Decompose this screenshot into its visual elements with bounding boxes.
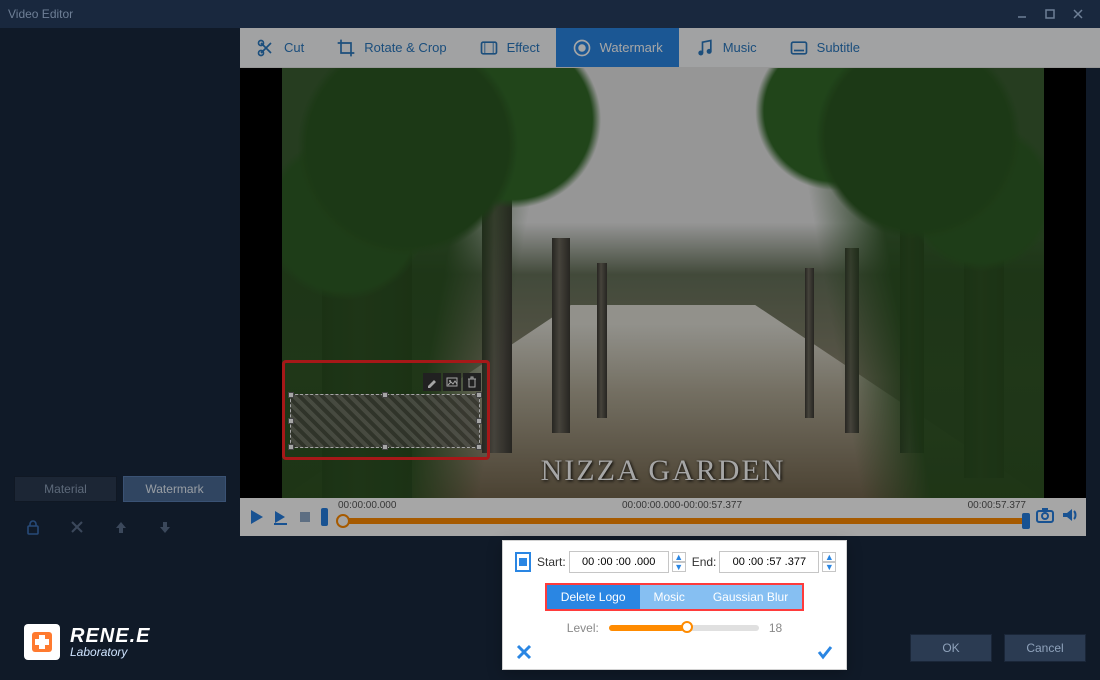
remove-icon[interactable]: [66, 516, 88, 538]
close-button[interactable]: [1064, 4, 1092, 24]
top-toolbar: Cut Rotate & Crop Effect Watermark Music…: [240, 28, 1100, 68]
mode-delete-logo[interactable]: Delete Logo: [547, 585, 640, 609]
move-up-icon[interactable]: [110, 516, 132, 538]
popup-confirm-button[interactable]: [816, 643, 834, 661]
level-value: 18: [769, 621, 782, 635]
brand-logo: RENE.E Laboratory: [24, 624, 150, 660]
maximize-button[interactable]: [1036, 4, 1064, 24]
snapshot-button[interactable]: [1034, 504, 1056, 531]
tab-label: Effect: [507, 40, 540, 55]
watermark-icon: [572, 38, 592, 58]
tab-subtitle[interactable]: Subtitle: [773, 28, 876, 67]
watermark-mode-bar: Delete Logo Mosic Gaussian Blur: [545, 583, 804, 611]
level-slider-knob[interactable]: [681, 621, 693, 633]
watermark-settings-popup: Start: ▲▼ End: ▲▼ Delete Logo Mosic Gaus…: [502, 540, 847, 670]
timeline-start-label: 00:00:00.000: [338, 500, 396, 511]
cancel-button[interactable]: Cancel: [1004, 634, 1086, 662]
stop-button[interactable]: [294, 506, 316, 528]
move-down-icon[interactable]: [154, 516, 176, 538]
app-title: Video Editor: [8, 7, 73, 21]
tab-rotate-crop[interactable]: Rotate & Crop: [320, 28, 462, 67]
image-watermark-button[interactable]: [443, 373, 461, 391]
tab-music[interactable]: Music: [679, 28, 773, 67]
tab-label: Rotate & Crop: [364, 40, 446, 55]
timeline: 00:00:00.000 00:00:00.000-00:00:57.377 0…: [240, 498, 1086, 536]
material-tab[interactable]: Material: [14, 476, 117, 502]
end-label: End:: [692, 555, 717, 569]
brand-subtitle: Laboratory: [70, 646, 150, 658]
scissors-icon: [256, 38, 276, 58]
range-start-handle[interactable]: [320, 505, 330, 529]
fit-screen-button[interactable]: [515, 552, 531, 572]
delete-watermark-button[interactable]: [463, 373, 481, 391]
timeline-playhead[interactable]: [336, 514, 350, 528]
volume-button[interactable]: [1060, 505, 1080, 530]
start-time-input[interactable]: [569, 551, 669, 573]
start-label: Start:: [537, 555, 566, 569]
tab-label: Watermark: [600, 40, 663, 55]
edit-watermark-button[interactable]: [423, 373, 441, 391]
tab-label: Subtitle: [817, 40, 860, 55]
popup-cancel-button[interactable]: [515, 643, 533, 661]
music-icon: [695, 38, 715, 58]
dialog-buttons: OK Cancel: [910, 634, 1086, 662]
level-label: Level:: [567, 621, 599, 635]
tab-label: Cut: [284, 40, 304, 55]
minimize-button[interactable]: [1008, 4, 1036, 24]
start-time-spinner[interactable]: ▲▼: [672, 552, 686, 572]
tab-effect[interactable]: Effect: [463, 28, 556, 67]
lock-icon[interactable]: [22, 516, 44, 538]
end-time-input[interactable]: [719, 551, 819, 573]
brand-icon: [24, 624, 60, 660]
mode-gaussian-blur[interactable]: Gaussian Blur: [699, 585, 802, 609]
titlebar: Video Editor: [0, 0, 1100, 28]
watermark-region[interactable]: [290, 394, 480, 448]
left-panel-actions: [14, 510, 226, 544]
timeline-track[interactable]: 00:00:00.000 00:00:00.000-00:00:57.377 0…: [334, 500, 1030, 534]
preview-area: NIZZA GARDEN: [240, 68, 1086, 498]
effect-icon: [479, 38, 499, 58]
tab-label: Music: [723, 40, 757, 55]
timeline-range-label: 00:00:00.000-00:00:57.377: [622, 500, 742, 511]
play-range-button[interactable]: [270, 506, 292, 528]
watermark-tab[interactable]: Watermark: [123, 476, 226, 502]
video-preview[interactable]: NIZZA GARDEN: [282, 68, 1044, 498]
tab-watermark[interactable]: Watermark: [556, 28, 679, 67]
brand-name: RENE.E: [70, 626, 150, 646]
range-end-handle[interactable]: [1022, 513, 1030, 529]
mode-mosaic[interactable]: Mosic: [640, 585, 699, 609]
level-slider[interactable]: [609, 625, 759, 631]
left-panel-tabs: Material Watermark: [14, 476, 226, 502]
play-button[interactable]: [246, 506, 268, 528]
end-time-spinner[interactable]: ▲▼: [822, 552, 836, 572]
timeline-end-label: 00:00:57.377: [968, 500, 1026, 511]
crop-icon: [336, 38, 356, 58]
ok-button[interactable]: OK: [910, 634, 992, 662]
tab-cut[interactable]: Cut: [240, 28, 320, 67]
subtitle-icon: [789, 38, 809, 58]
